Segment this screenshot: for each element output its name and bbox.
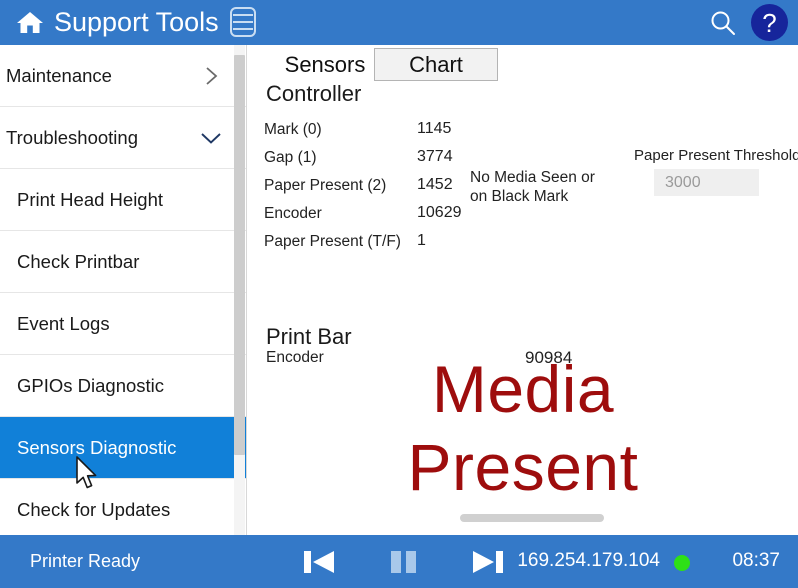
sensor-row-label: Encoder bbox=[264, 205, 322, 223]
sensor-row-value: 1145 bbox=[417, 120, 451, 138]
sidebar-item-label: Event Logs bbox=[17, 313, 230, 335]
transport-controls bbox=[298, 535, 510, 588]
sidebar-item-label: GPIOs Diagnostic bbox=[17, 375, 230, 397]
sidebar-item-sensors-diagnostic[interactable]: Sensors Diagnostic bbox=[0, 417, 246, 479]
sensor-row-label: Paper Present (T/F) bbox=[264, 233, 401, 251]
sidebar-item-check-for-updates[interactable]: Check for Updates bbox=[0, 479, 246, 535]
sidebar-item-troubleshooting[interactable]: Troubleshooting bbox=[0, 107, 246, 169]
sidebar-item-label: Troubleshooting bbox=[6, 127, 200, 149]
media-status-line2: Present bbox=[248, 428, 798, 506]
sensor-row-value: 3774 bbox=[417, 148, 453, 166]
media-status-message: Media Present bbox=[248, 350, 798, 506]
sidebar-item-print-head-height[interactable]: Print Head Height bbox=[0, 169, 246, 231]
content-panel: Sensors Chart Controller Mark (0) 1145 G… bbox=[248, 45, 798, 535]
sidebar-item-label: Print Head Height bbox=[17, 189, 230, 211]
connection-status-indicator bbox=[674, 555, 690, 571]
sensor-row-label: Mark (0) bbox=[264, 121, 322, 139]
chevron-down-icon bbox=[200, 127, 222, 149]
media-status-line1: Media bbox=[248, 350, 798, 428]
home-icon[interactable] bbox=[16, 10, 44, 36]
sidebar-item-label: Check for Updates bbox=[17, 499, 230, 521]
print-bar-section-title: Print Bar bbox=[266, 324, 352, 350]
tabstrip: Sensors Chart bbox=[248, 45, 798, 81]
content-horizontal-scrollbar-thumb[interactable] bbox=[460, 514, 604, 522]
tab-chart[interactable]: Chart bbox=[374, 48, 498, 81]
tab-sensors[interactable]: Sensors bbox=[264, 48, 386, 81]
sidebar-nav: Maintenance Troubleshooting Print Head H… bbox=[0, 45, 247, 535]
sidebar-item-label: Maintenance bbox=[6, 65, 200, 87]
printer-status-text: Printer Ready bbox=[30, 551, 140, 572]
previous-track-icon[interactable] bbox=[298, 545, 342, 579]
sensor-row-value: 10629 bbox=[417, 204, 462, 222]
sidebar-item-label: Sensors Diagnostic bbox=[17, 437, 230, 459]
support-tools-window: Support Tools ? Maintenance Troubleshoot… bbox=[0, 0, 798, 588]
sensor-row-value: 1 bbox=[417, 232, 426, 250]
sensor-row-label: Paper Present (2) bbox=[264, 177, 386, 195]
sidebar-item-maintenance[interactable]: Maintenance bbox=[0, 45, 246, 107]
controller-section-title: Controller bbox=[266, 81, 361, 107]
paper-present-threshold-input[interactable] bbox=[654, 169, 759, 196]
list-menu-icon[interactable] bbox=[230, 7, 258, 39]
pause-icon[interactable] bbox=[382, 545, 426, 579]
sensor-row-label: Gap (1) bbox=[264, 149, 317, 167]
clock-text: 08:37 bbox=[732, 550, 780, 572]
app-header: Support Tools ? bbox=[0, 0, 798, 45]
status-bar: Printer Ready 169.254. bbox=[0, 535, 798, 588]
sidebar-item-event-logs[interactable]: Event Logs bbox=[0, 293, 246, 355]
sidebar-item-label: Check Printbar bbox=[17, 251, 230, 273]
paper-present-threshold-label: Paper Present Threshold bbox=[634, 147, 798, 164]
sidebar-scrollbar-thumb[interactable] bbox=[234, 55, 245, 455]
sensor-row-value: 1452 bbox=[417, 176, 453, 194]
next-track-icon[interactable] bbox=[466, 545, 510, 579]
search-icon[interactable] bbox=[703, 3, 743, 43]
sidebar-item-gpios-diagnostic[interactable]: GPIOs Diagnostic bbox=[0, 355, 246, 417]
sensor-row-note: No Media Seen or on Black Mark bbox=[470, 168, 600, 206]
sidebar-item-check-printbar[interactable]: Check Printbar bbox=[0, 231, 246, 293]
help-icon[interactable]: ? bbox=[751, 4, 788, 41]
chevron-right-icon bbox=[200, 65, 222, 87]
ip-address-text: 169.254.179.104 bbox=[517, 550, 660, 572]
app-title: Support Tools bbox=[54, 9, 219, 36]
